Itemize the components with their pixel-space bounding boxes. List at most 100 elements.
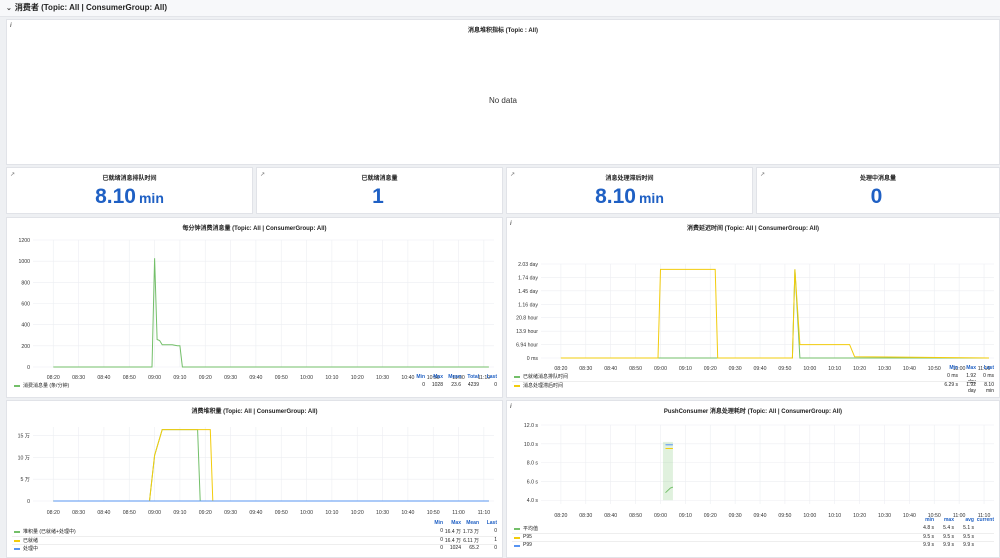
legend-column-header[interactable]: Min — [940, 365, 958, 371]
legend-column-header[interactable]: avg — [954, 517, 974, 523]
x-tick-label: 09:50 — [275, 510, 288, 516]
legend-swatch — [14, 385, 20, 387]
chart-consume-rate[interactable]: 02004006008001000120008:20 08:30 08:40 08:5… — [7, 232, 502, 389]
series-line[interactable] — [53, 258, 489, 368]
legend-series-name[interactable]: 消息处理滞后时间 — [523, 382, 563, 389]
legend-stat-value: 9.5 s — [963, 534, 974, 540]
legend-column-header[interactable]: Last — [479, 520, 497, 526]
chart-legend: min max avg current 平均值 4.8 s 5.4 s 5.1 s P95 9.5… — [512, 517, 994, 557]
y-tick-label: 1.45 day — [518, 289, 538, 295]
legend-header: Min Max Mean Last — [12, 520, 497, 528]
legend-item[interactable]: 平均值 4.8 s 5.4 s 5.1 s — [512, 525, 994, 533]
y-tick-label: 800 — [21, 280, 30, 286]
y-tick-label: 12.0 s — [524, 423, 539, 429]
chart-legend: Min Max Last 已就绪消息排队时间 0 ms 1.92 day 0 ms 消息处理滞… — [512, 365, 994, 395]
legend-column-header[interactable]: Max — [443, 520, 461, 526]
chart-consume-delay[interactable]: 0 ms 6.94 hour 13.9 hour 20.8 hour 1.16 day 1… — [507, 232, 999, 382]
legend-stat-value: 6.11 万 — [463, 538, 479, 544]
legend-swatch — [14, 531, 20, 533]
stat-title[interactable]: 已就绪消息排队时间 — [7, 173, 252, 182]
legend-stat-value: 1.92 day — [966, 382, 976, 394]
legend-column-header[interactable]: Last — [976, 365, 994, 371]
legend-column-header[interactable]: max — [934, 517, 954, 523]
legend-swatch — [514, 537, 520, 539]
legend-column-header[interactable]: min — [914, 517, 934, 523]
legend-column-header[interactable]: Min — [407, 374, 425, 380]
legend-column-header[interactable]: Max — [958, 365, 976, 371]
stat-title[interactable]: 已就绪消息量 — [257, 173, 502, 182]
legend-column-header[interactable]: Max — [425, 374, 443, 380]
y-tick-label: 1.74 day — [518, 275, 538, 281]
legend-column-header[interactable]: Last — [479, 374, 497, 380]
legend-series-name[interactable]: 已就绪 — [23, 537, 38, 544]
chart-title[interactable]: 每分钟消费消息量 (Topic: All | ConsumerGroup: Al… — [7, 223, 502, 232]
legend-stat-value: 4239 — [467, 382, 479, 388]
legend-header: min max avg current — [512, 517, 994, 525]
legend-series-name[interactable]: 堆积量 (已就绪+处理中) — [23, 528, 76, 535]
stat-value: 8.10 min — [95, 185, 164, 208]
row-title: 消费者 (Topic: All | ConsumerGroup: All) — [14, 3, 168, 12]
legend-stat-value: 4.8 s — [923, 525, 934, 531]
chart-title[interactable]: 消费堆积量 (Topic: All | ConsumerGroup: All) — [7, 406, 502, 415]
chevron-down-icon[interactable]: ⌄ — [6, 1, 12, 17]
row-header[interactable]: ⌄ 消费者 (Topic: All | ConsumerGroup: All) — [0, 0, 1000, 17]
panel-backlog-metrics: i 消息堆积指标 (Topic : All) No data — [6, 19, 1000, 165]
legend-header: Min Max Last — [512, 365, 994, 373]
panel-title[interactable]: 消息堆积指标 (Topic : All) — [7, 25, 999, 34]
legend-stat-value: 1.73 万 — [462, 529, 479, 535]
legend-series-name[interactable]: 平均值 — [523, 525, 538, 532]
legend-item[interactable]: 消费消息量 (条/分钟) 0 1028 23.6 4239 0 — [12, 382, 497, 390]
stat-panel-in-process-count: ↗ 处理中消息量 0 — [756, 167, 1000, 214]
y-tick-label: 200 — [21, 344, 30, 350]
legend-item[interactable]: 已就绪消息排队时间 0 ms 1.92 day 0 ms — [512, 373, 994, 385]
legend-series-name[interactable]: 消费消息量 (条/分钟) — [23, 382, 69, 389]
legend-column-header[interactable]: Mean — [461, 520, 479, 526]
legend-stat-value: 9.9 s — [923, 542, 934, 548]
y-tick-label: 6.94 hour — [516, 343, 538, 349]
x-tick-label: 08:50 — [123, 510, 136, 516]
y-tick-label: 4.0 s — [527, 498, 539, 504]
legend-stat-value: 9.9 s — [963, 542, 974, 548]
x-tick-label: 09:20 — [199, 510, 212, 516]
legend-series-name[interactable]: 已就绪消息排队时间 — [523, 373, 568, 380]
chart-title[interactable]: 消费延迟时间 (Topic: All | ConsumerGroup: All) — [507, 223, 999, 232]
legend-column-header[interactable]: Min — [425, 520, 443, 526]
legend-stat-value: 65.2 — [469, 545, 479, 551]
legend-item[interactable]: 消息处理滞后时间 6.29 s 1.92 day 8.10 min — [512, 381, 994, 394]
legend-column-header[interactable]: Total — [461, 374, 479, 380]
chart-title[interactable]: PushConsumer 消息处理耗时 (Topic: All | Consum… — [507, 406, 999, 415]
legend-item[interactable]: P99 9.9 s 9.9 s 9.9 s — [512, 541, 994, 550]
legend-series-name[interactable]: 处理中 — [23, 545, 38, 552]
x-tick-label: 10:50 — [427, 510, 440, 516]
chart-panel-backlog: 消费堆积量 (Topic: All | ConsumerGroup: All) … — [6, 400, 503, 558]
stat-title[interactable]: 处理中消息量 — [757, 173, 999, 182]
legend-stat-value: 8.10 min — [984, 382, 994, 394]
chart-push-consumer-latency[interactable]: 4.0 s6.0 s8.0 s10.0 s12.0 s08:20 08:30 08:… — [507, 415, 999, 533]
chart-panel-push-consumer-latency: i PushConsumer 消息处理耗时 (Topic: All | Cons… — [506, 400, 1000, 558]
y-tick-label: 8.0 s — [527, 461, 539, 467]
stat-value: 0 — [870, 185, 883, 208]
legend-swatch — [514, 385, 520, 387]
y-tick-label: 1200 — [18, 238, 30, 244]
series-line[interactable] — [53, 429, 489, 502]
legend-stat-value: 5.1 s — [963, 525, 974, 531]
legend-stat-value: 0 — [440, 528, 443, 534]
legend-stat-value: 0 — [494, 545, 497, 551]
legend-item[interactable]: 处理中 0 1024 65.2 0 — [12, 544, 497, 553]
legend-stat-value: 23.6 — [451, 382, 461, 388]
legend-series-name[interactable]: P99 — [523, 542, 532, 548]
legend-column-header[interactable]: Mean — [443, 374, 461, 380]
stat-value: 8.10 min — [595, 185, 664, 208]
legend-swatch — [514, 545, 520, 547]
legend-stat-value: 0 ms — [983, 373, 994, 379]
series-line[interactable] — [53, 429, 489, 502]
legend-series-name[interactable]: P95 — [523, 534, 532, 540]
chart-legend: Min Max Mean Total Last 消费消息量 (条/分钟) 0 1028 23.6… — [12, 374, 497, 396]
legend-column-header[interactable]: current — [974, 517, 994, 523]
y-tick-label: 600 — [21, 302, 30, 308]
legend-item[interactable]: 堆积量 (已就绪+处理中) 0 16.4 万 1.73 万0 — [12, 528, 497, 536]
stat-title[interactable]: 消息处理滞后时间 — [507, 173, 752, 182]
legend-swatch — [514, 376, 520, 378]
x-tick-label: 10:40 — [401, 510, 414, 516]
chart-legend: Min Max Mean Last 堆积量 (已就绪+处理中) 0 16.4 万 1.73 万… — [12, 520, 497, 558]
